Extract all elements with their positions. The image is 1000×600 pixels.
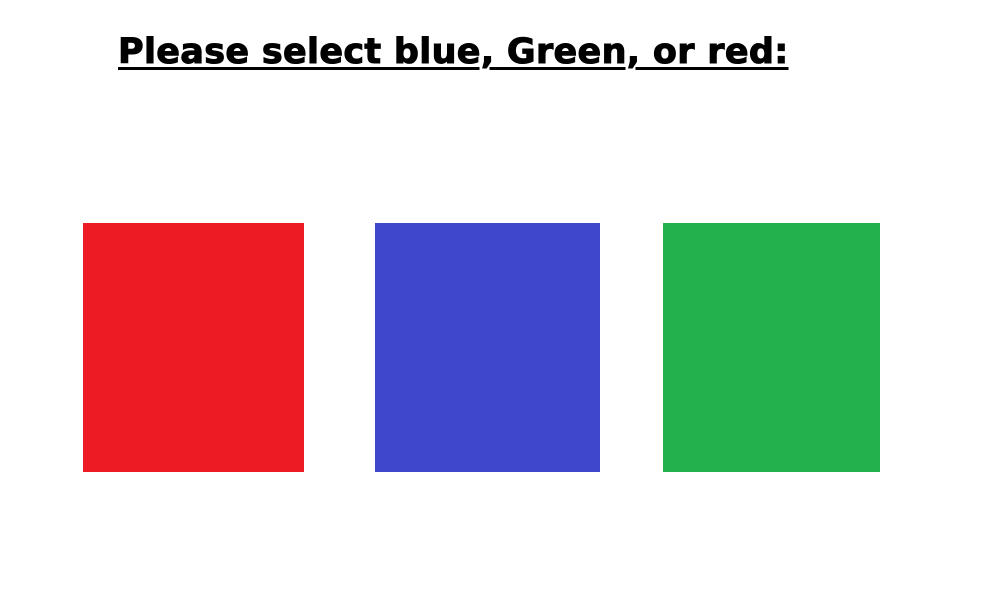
green-color-swatch[interactable]: [663, 223, 880, 472]
prompt-heading: Please select blue, Green, or red:: [118, 32, 789, 73]
blue-color-swatch[interactable]: [375, 223, 600, 472]
red-color-swatch[interactable]: [83, 223, 304, 472]
